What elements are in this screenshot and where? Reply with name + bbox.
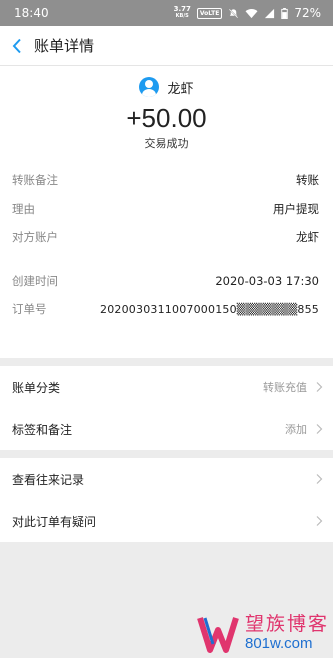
detail-value: 用户提现	[273, 201, 319, 216]
status-icons: 3.77 KB/S VoLTE 72%	[174, 6, 321, 21]
net-speed: 3.77 KB/S	[174, 6, 191, 20]
watermark-url: 801w.com	[244, 635, 313, 652]
counterparty-name: 龙虾	[167, 81, 194, 97]
net-speed-value: 3.77	[173, 5, 191, 13]
counterparty[interactable]: 龙虾	[139, 76, 194, 98]
item-value: 转账充值	[263, 381, 307, 394]
item-label: 标签和备注	[12, 422, 73, 437]
detail-row: 转账备注 转账	[12, 166, 319, 195]
detail-value: 转账	[296, 173, 319, 188]
order-number: 2020030311007000150▒▒▒▒▒▒▒855	[100, 302, 319, 316]
detail-label: 订单号	[12, 302, 47, 317]
item-label: 账单分类	[12, 380, 61, 395]
actions-section: 查看往来记录 对此订单有疑问	[0, 458, 333, 542]
wifi-icon	[245, 8, 258, 18]
item-label: 对此订单有疑问	[12, 514, 97, 529]
detail-label: 理由	[12, 201, 35, 216]
detail-row: 创建时间 2020-03-03 17:30	[12, 267, 319, 296]
detail-row: 理由 用户提现	[12, 195, 319, 224]
watermark-logo-icon	[197, 617, 239, 653]
bell-off-icon	[229, 8, 239, 18]
back-button[interactable]	[0, 26, 34, 66]
detail-value: 龙虾	[296, 230, 319, 245]
item-label: 查看往来记录	[12, 472, 85, 487]
volte-badge: VoLTE	[196, 7, 223, 19]
detail-row: 订单号 2020030311007000150▒▒▒▒▒▒▒855	[12, 295, 319, 324]
chevron-left-icon	[12, 38, 21, 53]
nav-bar: 账单详情	[0, 26, 333, 66]
detail-label: 转账备注	[12, 173, 58, 188]
amount: +50.00	[126, 103, 207, 133]
category-section: 账单分类 转账充值 标签和备注 添加	[0, 366, 333, 450]
detail-row: 对方账户 龙虾	[12, 223, 319, 252]
watermark-name: 望族博客	[244, 613, 329, 635]
status-time: 18:40	[14, 6, 49, 20]
signal-icon	[265, 8, 275, 18]
chevron-right-icon	[316, 474, 323, 484]
transaction-status: 交易成功	[144, 137, 189, 150]
detail-label: 创建时间	[12, 273, 58, 288]
order-question-item[interactable]: 对此订单有疑问	[0, 500, 333, 542]
net-speed-unit: KB/S	[175, 13, 189, 19]
watermark: 望族博客 801w.com	[197, 612, 329, 654]
detail-value: 2020-03-03 17:30	[215, 273, 319, 288]
bill-category-item[interactable]: 账单分类 转账充值	[0, 366, 333, 408]
chevron-right-icon	[316, 382, 323, 392]
chevron-right-icon	[316, 424, 323, 434]
item-value: 添加	[285, 423, 307, 436]
tags-notes-item[interactable]: 标签和备注 添加	[0, 408, 333, 450]
status-bar: 18:40 3.77 KB/S VoLTE 72%	[0, 0, 333, 26]
detail-label: 对方账户	[12, 230, 58, 245]
chevron-right-icon	[316, 516, 323, 526]
battery-percent: 72%	[294, 6, 321, 20]
battery-icon	[281, 7, 289, 19]
page-title: 账单详情	[34, 37, 95, 55]
transaction-summary: 龙虾 +50.00 交易成功	[0, 66, 333, 162]
user-avatar-icon	[139, 77, 160, 97]
detail-list: 转账备注 转账 理由 用户提现 对方账户 龙虾 创建时间 2020-03-03 …	[0, 162, 333, 358]
view-records-item[interactable]: 查看往来记录	[0, 458, 333, 500]
